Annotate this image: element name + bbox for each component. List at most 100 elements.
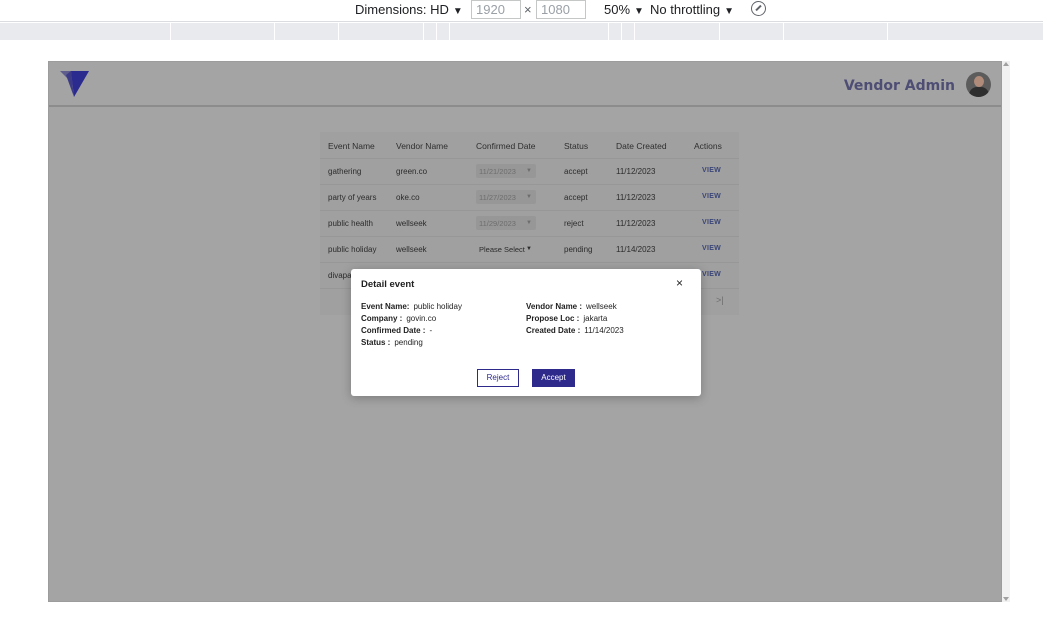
vendor-name-cell: oke.co [396,193,420,202]
confirmed-date-select[interactable]: 11/29/2023 ▼ [476,216,536,230]
event-name-cell: divapa [328,271,352,280]
dimensions-caret-icon: ▼ [452,6,463,17]
status-cell: accept [564,193,588,202]
dimensions-times: × [524,2,532,17]
confirmed-date-label: Confirmed Date : [361,326,426,335]
propose-loc-value: jakarta [583,314,608,323]
status-cell: accept [564,167,588,176]
logo-icon[interactable] [60,71,89,97]
column-header[interactable]: Date Created [616,141,667,151]
confirmed-date-select[interactable]: 11/27/2023 ▼ [476,190,536,204]
ruler-tick [170,23,171,40]
column-header: Actions [694,141,722,151]
reject-button[interactable]: Reject [477,369,519,387]
company-value: govin.co [406,314,437,323]
detail-confirmed-date: Confirmed Date :- [361,326,432,335]
rotate-icon[interactable] [751,1,766,16]
date-created-cell: 11/12/2023 [616,193,656,202]
view-link[interactable]: VIEW [702,193,721,200]
event-name-cell: public health [328,219,373,228]
avatar[interactable] [966,72,991,97]
status-value: pending [394,338,423,347]
throttling-dropdown[interactable]: No throttling ▼ [650,2,734,17]
column-header[interactable]: Confirmed Date [476,141,536,151]
confirmed-date-value: - [429,326,433,335]
admin-name: Vendor Admin [843,78,955,94]
scroll-up-icon[interactable] [1003,62,1009,66]
ruler-tick [887,23,888,40]
event-name-cell: party of years [328,193,377,202]
ruler-tick [338,23,339,40]
throttling-caret-icon: ▼ [724,6,734,17]
media-query-ruler [0,23,1043,40]
created-date-label: Created Date : [526,326,581,335]
confirmed-date-value: Please Select [479,245,525,254]
detail-event-name: Event Name: public holiday [361,302,462,311]
emulated-viewport: Vendor Admin Event Name Vendor Name Conf… [48,61,1002,602]
chevron-down-icon: ▼ [526,246,532,252]
view-link[interactable]: VIEW [702,219,721,226]
ruler-tick [423,23,424,40]
status-label: Status : [361,338,391,347]
zoom-dropdown[interactable]: 50% ▼ [604,2,644,17]
ruler-tick [783,23,784,40]
detail-company: Company : govin.co [361,314,436,323]
propose-loc-label: Propose Loc : [526,314,580,323]
table-row: public holiday wellseek Please Select ▼ p… [320,237,739,263]
height-input[interactable]: 1080 [536,0,586,19]
vendor-name-cell: green.co [396,167,428,176]
ruler-tick [621,23,622,40]
vendor-name-value: wellseek [586,302,617,311]
detail-propose-loc: Propose Loc : jakarta [526,314,607,323]
ruler-tick [608,23,609,40]
zoom-caret-icon: ▼ [634,6,644,17]
table-header: Event Name Vendor Name Confirmed Date St… [320,132,739,159]
last-page-icon[interactable]: >| [716,295,724,305]
table-row: public health wellseek 11/29/2023 ▼ rejec… [320,211,739,237]
vendor-name-cell: wellseek [396,245,427,254]
confirmed-date-value: 11/27/2023 [479,193,516,202]
column-header[interactable]: Vendor Name [396,141,448,151]
devtools-device-toolbar: Dimensions: HD ▼ 1920 × 1080 50% ▼ No thro… [0,0,1043,22]
status-cell: pending [564,245,593,254]
date-created-cell: 11/12/2023 [616,167,656,176]
scroll-down-icon[interactable] [1003,597,1009,601]
view-link[interactable]: VIEW [702,167,721,174]
company-label: Company : [361,314,403,323]
event-name-cell: gathering [328,167,362,176]
modal-title: Detail event [361,279,415,290]
vendor-name-cell: wellseek [396,219,427,228]
throttling-label: No throttling [650,2,721,17]
avatar-face [974,76,984,87]
chevron-down-icon: ▼ [526,220,532,226]
column-header[interactable]: Status [564,141,588,151]
confirmed-date-value: 11/21/2023 [479,167,516,176]
confirmed-date-select[interactable]: Please Select ▼ [476,242,536,256]
ruler-tick [274,23,275,40]
chevron-down-icon: ▼ [526,194,532,200]
viewport-scrollbar[interactable] [1002,61,1010,602]
width-input[interactable]: 1920 [471,0,521,19]
vendor-name-label: Vendor Name : [526,302,583,311]
close-icon[interactable]: × [676,277,683,289]
date-created-cell: 11/12/2023 [616,219,656,228]
table-row: gathering green.co 11/21/2023 ▼ accept 11… [320,159,739,185]
event-name-label: Event Name: [361,302,410,311]
detail-status: Status : pending [361,338,423,347]
event-name-value: public holiday [413,302,462,311]
event-name-cell: public holiday [328,245,377,254]
accept-button[interactable]: Accept [532,369,575,387]
ruler-tick [634,23,635,40]
ruler-tick [449,23,450,40]
view-link[interactable]: VIEW [702,245,721,252]
app-header: Vendor Admin [49,62,1001,107]
ruler-tick [436,23,437,40]
date-created-cell: 11/14/2023 [616,245,656,254]
view-link[interactable]: VIEW [702,271,721,278]
created-date-value: 11/14/2023 [584,326,624,335]
confirmed-date-value: 11/29/2023 [479,219,516,228]
column-header[interactable]: Event Name [328,141,375,151]
avatar-body [969,87,989,97]
dimensions-dropdown[interactable]: Dimensions: HD ▼ [355,2,463,17]
confirmed-date-select[interactable]: 11/21/2023 ▼ [476,164,536,178]
